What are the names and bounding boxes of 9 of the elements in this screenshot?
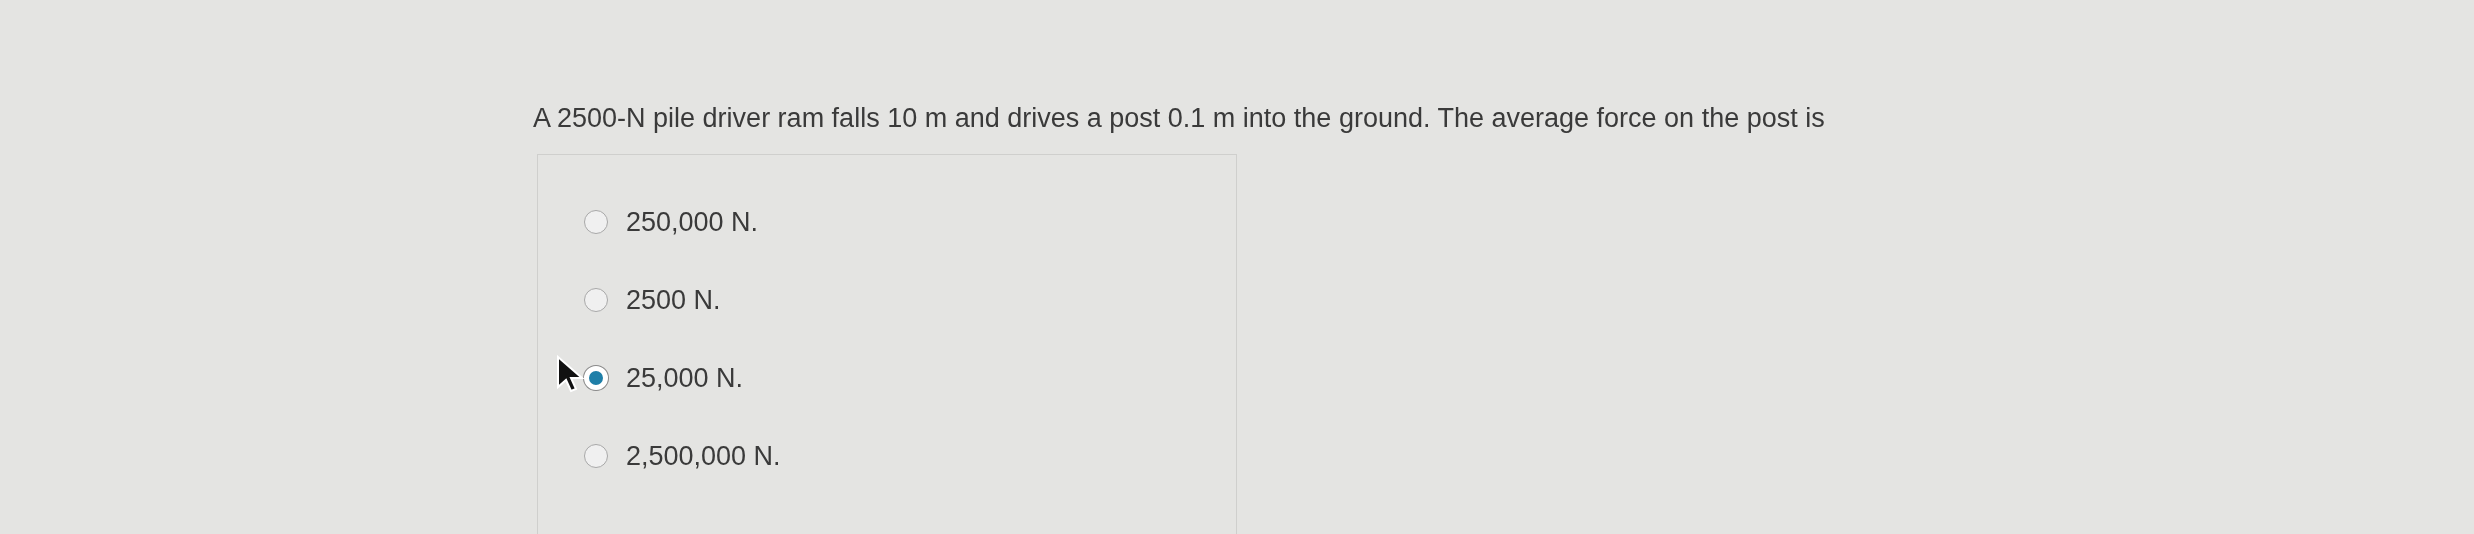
radio-button[interactable] <box>584 444 608 468</box>
option-label: 25,000 N. <box>626 362 744 395</box>
option-label: 250,000 N. <box>626 206 759 239</box>
radio-button[interactable] <box>584 288 608 312</box>
question-text: A 2500-N pile driver ram falls 10 m and drives a post 0.1 m into the ground. The average force on the post is <box>533 102 1826 135</box>
mouse-pointer-icon <box>556 355 586 393</box>
option-label: 2,500,000 N. <box>626 440 781 473</box>
radio-button[interactable] <box>584 210 608 234</box>
option-label: 2500 N. <box>626 284 721 317</box>
